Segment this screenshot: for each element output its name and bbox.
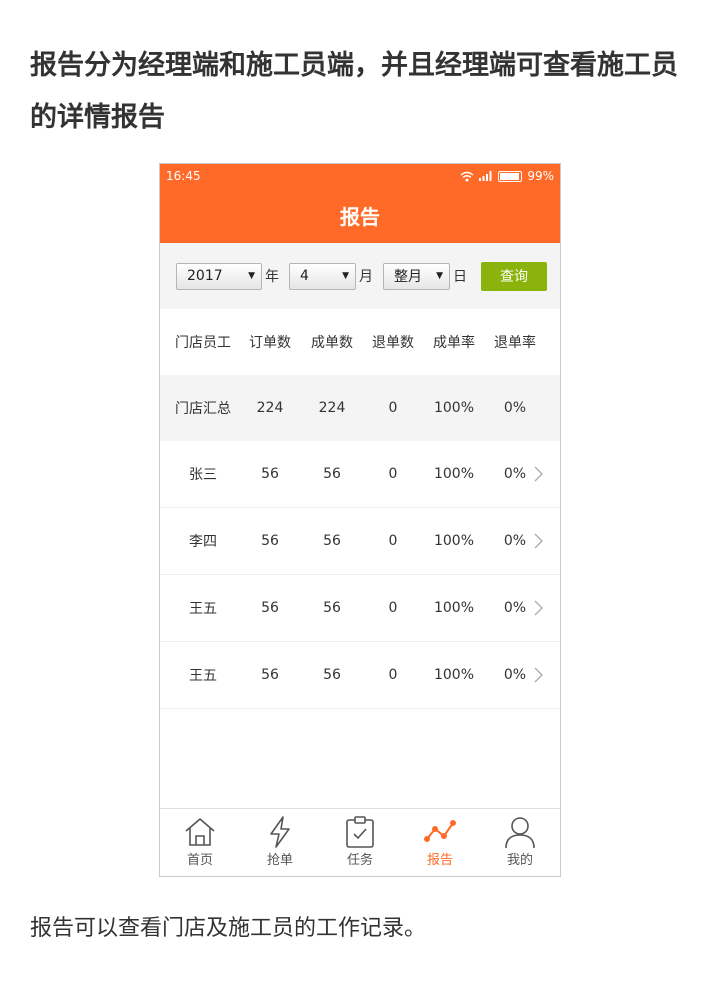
dropdown-arrow-icon: ▼ — [342, 271, 349, 281]
table-cell: 56 — [261, 466, 279, 482]
table-cell: 0% — [503, 667, 527, 683]
table-cell: 0 — [388, 667, 398, 683]
table-cell: 56 — [323, 466, 341, 482]
battery-icon — [498, 170, 523, 182]
tab-home[interactable]: 首页 — [160, 809, 240, 876]
phone-screen: 16:45 99% 报告 2017 ▼ 年 4 ▼ 月 整月 ▼ 日 查询 门店… — [159, 163, 561, 877]
user-icon — [505, 817, 535, 849]
chevron-right-icon — [534, 600, 543, 616]
table-cell: 0% — [503, 466, 527, 482]
column-header: 成单率 — [433, 335, 475, 351]
column-header: 订单数 — [249, 335, 291, 351]
chevron-right-icon — [534, 667, 543, 683]
table-cell: 224 — [256, 400, 284, 416]
date-filter-bar: 2017 ▼ 年 4 ▼ 月 整月 ▼ 日 查询 — [160, 243, 560, 309]
tab-mine[interactable]: 我的 — [480, 809, 560, 876]
table-cell: 王五 — [189, 668, 217, 684]
summary-row: 门店汇总 224 224 0 100% 0% — [160, 375, 560, 441]
status-bar: 16:45 99% — [160, 164, 560, 188]
tab-label: 抢单 — [266, 853, 293, 868]
table-cell: 0 — [388, 400, 398, 416]
battery-level: 99% — [527, 169, 554, 183]
month-select[interactable]: 4 ▼ — [289, 262, 356, 290]
table-cell: 0% — [503, 400, 527, 416]
tab-tasks[interactable]: 任务 — [320, 809, 400, 876]
tab-label: 任务 — [346, 853, 373, 868]
page-caption: 报告可以查看门店及施工员的工作记录。 — [30, 916, 427, 941]
month-value: 4 — [300, 268, 309, 284]
column-header: 退单数 — [372, 335, 414, 351]
column-header: 成单数 — [311, 335, 353, 351]
table-cell: 0 — [388, 533, 398, 549]
clipboard-check-icon — [346, 816, 374, 848]
year-unit-label: 年 — [265, 269, 279, 285]
chevron-right-icon — [534, 466, 543, 482]
month-unit-label: 月 — [359, 269, 373, 285]
wifi-icon — [460, 171, 474, 181]
table-cell: 张三 — [189, 467, 217, 483]
page-title: 报告 — [160, 188, 560, 243]
table-cell: 224 — [318, 400, 346, 416]
tab-label: 我的 — [506, 853, 533, 868]
home-icon — [185, 817, 215, 846]
table-cell: 100% — [433, 533, 475, 549]
tab-label: 报告 — [426, 853, 453, 868]
table-cell: 门店汇总 — [175, 401, 231, 417]
day-unit-label: 日 — [453, 269, 467, 285]
tab-grab-order[interactable]: 抢单 — [240, 809, 320, 876]
table-row[interactable]: 王五 56 56 0 100% 0% — [160, 642, 560, 709]
status-indicators: 99% — [460, 169, 554, 183]
query-button[interactable]: 查询 — [481, 261, 547, 291]
table-cell: 王五 — [189, 601, 217, 617]
table-cell: 0 — [388, 466, 398, 482]
table-cell: 0 — [388, 600, 398, 616]
chevron-right-icon — [534, 533, 543, 549]
status-time: 16:45 — [166, 169, 201, 183]
table-cell: 56 — [261, 667, 279, 683]
year-select[interactable]: 2017 ▼ — [176, 262, 262, 290]
tab-report[interactable]: 报告 — [400, 809, 480, 876]
tab-label: 首页 — [186, 853, 213, 868]
table-row[interactable]: 李四 56 56 0 100% 0% — [160, 508, 560, 575]
table-cell: 56 — [261, 533, 279, 549]
table-cell: 李四 — [189, 534, 217, 550]
day-value: 整月 — [394, 269, 422, 285]
column-header: 退单率 — [494, 335, 536, 351]
table-cell: 0% — [503, 600, 527, 616]
bottom-tab-bar: 首页 抢单 任务 报告 我的 — [160, 808, 560, 876]
table-cell: 100% — [433, 400, 475, 416]
table-row[interactable]: 王五 56 56 0 100% 0% — [160, 575, 560, 642]
table-row[interactable]: 张三 56 56 0 100% 0% — [160, 441, 560, 508]
table-cell: 0% — [503, 533, 527, 549]
table-header: 门店员工 订单数 成单数 退单数 成单率 退单率 — [160, 309, 560, 375]
table-cell: 56 — [323, 533, 341, 549]
lightning-icon — [270, 816, 290, 848]
year-value: 2017 — [187, 268, 223, 284]
table-cell: 100% — [433, 600, 475, 616]
table-cell: 56 — [261, 600, 279, 616]
chart-line-icon — [424, 820, 456, 842]
table-cell: 100% — [433, 466, 475, 482]
page-heading: 报告分为经理端和施工员端，并且经理端可查看施工员的详情报告 — [30, 50, 678, 133]
table-cell: 100% — [433, 667, 475, 683]
day-select[interactable]: 整月 ▼ — [383, 262, 450, 290]
dropdown-arrow-icon: ▼ — [436, 271, 443, 281]
dropdown-arrow-icon: ▼ — [248, 271, 255, 281]
signal-icon — [479, 171, 492, 181]
column-header: 门店员工 — [175, 335, 231, 351]
table-cell: 56 — [323, 667, 341, 683]
table-cell: 56 — [323, 600, 341, 616]
